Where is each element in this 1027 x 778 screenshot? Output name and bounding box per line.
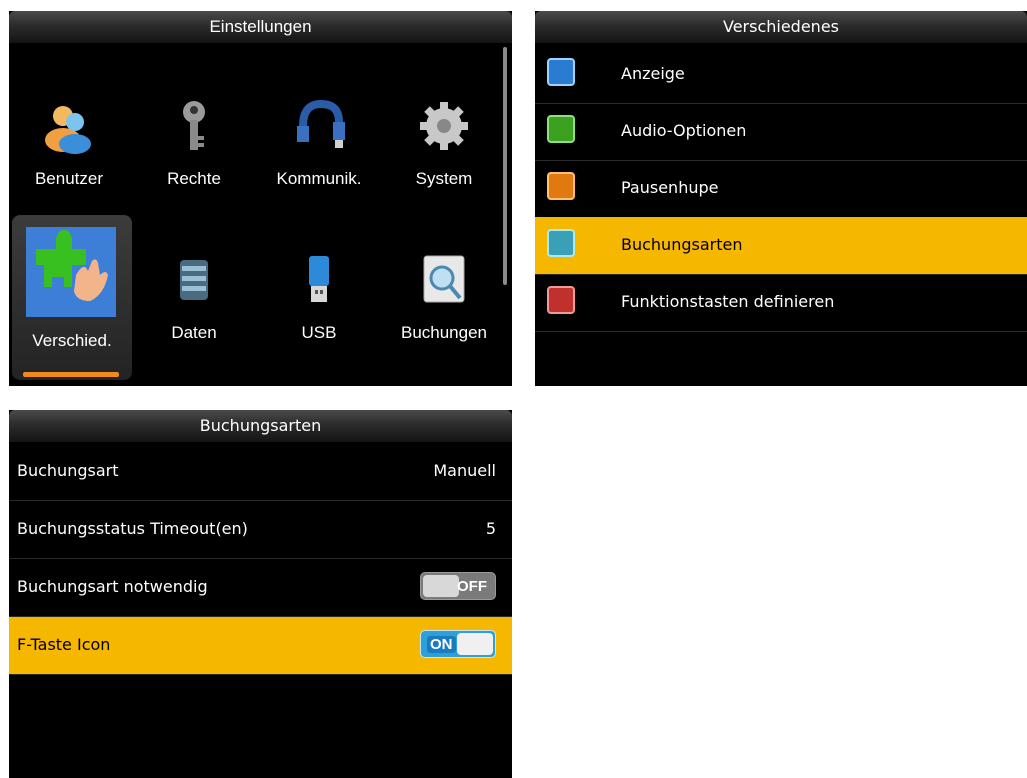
setting-value: Manuell	[433, 461, 496, 480]
toggle-state: ON	[427, 636, 456, 653]
tile-label: Kommunik.	[276, 169, 362, 188]
speaker-icon	[547, 115, 575, 143]
setting-row-buchungsart-notwendig[interactable]: Buchungsart notwendig OFF	[9, 559, 512, 617]
menu-item-funktionstasten[interactable]: Funktionstasten definieren	[535, 274, 1027, 332]
tile-label: Verschied.	[32, 331, 112, 350]
toggle-switch-on[interactable]: ON	[420, 630, 496, 658]
menu-item-label: Audio-Optionen	[621, 121, 747, 140]
tile-kommunik[interactable]: Kommunik.	[259, 61, 379, 226]
setting-row-timeout[interactable]: Buchungsstatus Timeout(en) 5	[9, 501, 512, 559]
setting-row-buchungsart[interactable]: Buchungsart Manuell	[9, 443, 512, 501]
tile-label: System	[415, 169, 473, 188]
menu-item-anzeige[interactable]: Anzeige	[535, 46, 1027, 104]
tile-label: USB	[301, 323, 337, 342]
menu-item-pausenhupe[interactable]: Pausenhupe	[535, 160, 1027, 218]
tile-label: Buchungen	[400, 323, 488, 342]
toggle-switch-off[interactable]: OFF	[420, 572, 496, 600]
bell-icon	[547, 172, 575, 200]
settings-menu-panel: Einstellungen Benutzer Rechte Kommunik.	[9, 11, 512, 386]
tile-benutzer[interactable]: Benutzer	[9, 61, 129, 226]
setting-label: Buchungsart	[17, 461, 119, 480]
panel-title: Buchungsarten	[9, 410, 512, 442]
puzzle-hand-icon	[26, 227, 116, 317]
usb-stick-icon	[309, 256, 329, 302]
magnifier-icon	[423, 255, 465, 303]
tile-verschied[interactable]: Verschied.	[12, 215, 132, 380]
tile-system[interactable]: System	[384, 61, 504, 226]
setting-label: F-Taste Icon	[17, 635, 111, 654]
tile-buchungen[interactable]: Buchungen	[384, 215, 504, 380]
panel-title: Verschiedenes	[535, 11, 1027, 43]
setting-row-f-taste-icon[interactable]: F-Taste Icon ON	[9, 617, 512, 675]
tile-label: Rechte	[167, 169, 221, 188]
tile-label: Benutzer	[34, 169, 104, 188]
toggle-knob	[457, 633, 493, 655]
menu-item-label: Anzeige	[621, 64, 685, 83]
setting-label: Buchungsart notwendig	[17, 577, 208, 596]
network-cable-icon	[297, 99, 345, 148]
database-icon	[180, 260, 208, 300]
menu-item-label: Pausenhupe	[621, 178, 719, 197]
panel-title: Einstellungen	[9, 11, 512, 43]
setting-label: Buchungsstatus Timeout(en)	[17, 519, 248, 538]
toggle-knob	[423, 575, 459, 597]
tile-usb[interactable]: USB	[259, 215, 379, 380]
gear-icon	[547, 229, 575, 257]
menu-item-audio-optionen[interactable]: Audio-Optionen	[535, 103, 1027, 161]
key-icon	[183, 101, 205, 150]
alt-key-icon	[547, 286, 575, 314]
misc-menu-panel: Verschiedenes Anzeige Audio-Optionen Pau…	[535, 11, 1027, 386]
selection-indicator	[23, 372, 119, 377]
users-icon	[45, 106, 91, 154]
display-icon	[547, 58, 575, 86]
menu-item-label: Funktionstasten definieren	[621, 292, 835, 311]
booking-types-panel: Buchungsarten Buchungsart Manuell Buchun…	[9, 410, 512, 778]
toggle-state: OFF	[457, 578, 487, 595]
tile-rechte[interactable]: Rechte	[134, 61, 254, 226]
menu-item-label: Buchungsarten	[621, 235, 743, 254]
tile-label: Daten	[171, 323, 217, 342]
setting-value: 5	[485, 519, 496, 538]
gear-icon	[420, 102, 468, 150]
tile-daten[interactable]: Daten	[134, 215, 254, 380]
menu-item-buchungsarten[interactable]: Buchungsarten	[535, 217, 1027, 275]
